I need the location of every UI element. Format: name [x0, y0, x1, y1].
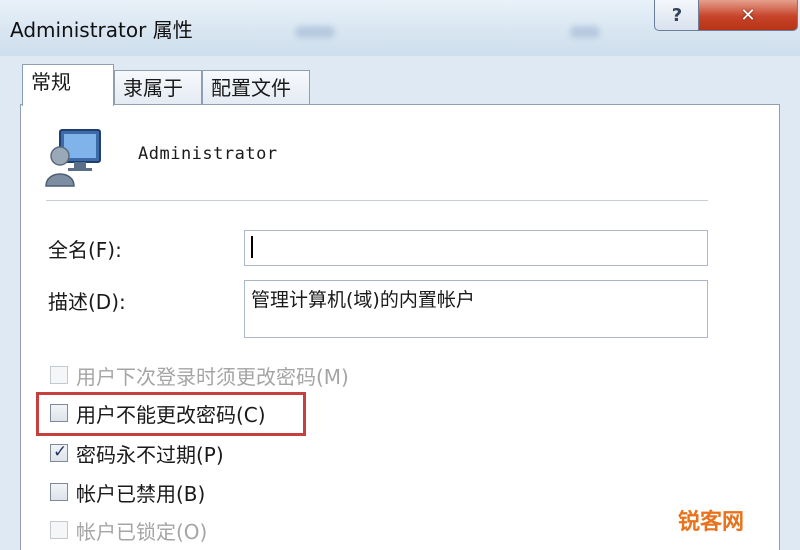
- blurred-background-text: [570, 26, 600, 38]
- checkbox-password-never-expires[interactable]: ✓ 密码永不过期(P): [50, 440, 224, 467]
- checkbox-label: 帐户已锁定(O): [76, 519, 208, 544]
- tab-profile[interactable]: 配置文件: [202, 70, 310, 104]
- tab-label: 配置文件: [211, 76, 291, 100]
- description-label: 描述(D):: [48, 290, 126, 314]
- checkbox-must-change-password[interactable]: 用户下次登录时须更改密码(M): [50, 362, 349, 389]
- checkbox-label: 用户下次登录时须更改密码(M): [76, 364, 349, 389]
- window-title: Administrator 属性: [10, 18, 193, 42]
- tab-label: 隶属于: [123, 76, 183, 100]
- checkmark-icon: ✓: [53, 442, 68, 462]
- site-watermark: 锐客网: [678, 510, 745, 535]
- checkbox-box[interactable]: ✓: [50, 442, 68, 462]
- checkbox-box[interactable]: [50, 521, 68, 539]
- divider: [46, 200, 708, 202]
- fullname-input[interactable]: [244, 230, 708, 266]
- tab-label: 常规: [31, 70, 71, 94]
- tab-member-of[interactable]: 隶属于: [114, 70, 202, 104]
- close-icon: ✕: [740, 4, 756, 26]
- text-caret: [251, 236, 253, 258]
- checkbox-label: 密码永不过期(P): [76, 442, 224, 467]
- blurred-background-text: [295, 26, 335, 38]
- close-button[interactable]: ✕: [698, 0, 798, 31]
- user-computer-icon: [45, 129, 101, 187]
- account-name: Administrator: [138, 144, 278, 164]
- description-input[interactable]: 管理计算机(域)的内置帐户: [244, 280, 708, 338]
- fullname-label: 全名(F):: [48, 238, 122, 262]
- help-button[interactable]: ?: [654, 0, 700, 31]
- checkbox-account-locked[interactable]: 帐户已锁定(O): [50, 517, 208, 544]
- checkbox-label: 帐户已禁用(B): [76, 481, 206, 506]
- title-bar[interactable]: Administrator 属性 ? ✕: [0, 0, 800, 56]
- help-icon: ?: [671, 4, 683, 26]
- checkbox-box[interactable]: [50, 366, 68, 384]
- checkbox-account-disabled[interactable]: 帐户已禁用(B): [50, 479, 206, 506]
- tab-general[interactable]: 常规: [22, 64, 114, 106]
- highlight-box: [36, 392, 306, 436]
- checkbox-box[interactable]: [50, 483, 68, 501]
